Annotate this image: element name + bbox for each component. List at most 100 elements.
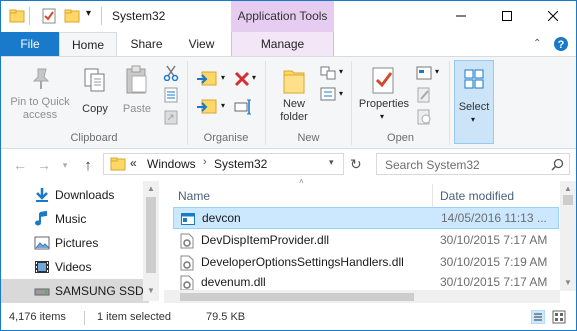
breadcrumb-separator-icon[interactable]: › (203, 156, 207, 168)
ribbon: Pin to Quick access Copy Paste Clipboard (1, 56, 576, 149)
sidebar-item-videos[interactable]: Videos (1, 255, 149, 279)
sidebar-item-label: Downloads (55, 188, 115, 202)
select-button[interactable]: Select ▾ (454, 60, 494, 144)
breadcrumb[interactable]: System32 (214, 157, 267, 171)
move-to-icon[interactable] (196, 69, 220, 89)
refresh-icon[interactable]: ↻ (350, 156, 362, 173)
move-to-chevron-icon[interactable]: ▾ (221, 73, 225, 82)
svg-text:?: ? (558, 39, 565, 51)
copy-to-chevron-icon[interactable]: ▾ (221, 101, 225, 110)
explorer-window: ▾ System32 Application Tools File Home S… (0, 0, 577, 331)
scrollbar-thumb[interactable] (146, 197, 156, 273)
easy-access-chevron-icon[interactable]: ▾ (339, 89, 343, 98)
search-icon (551, 158, 564, 171)
close-button[interactable] (530, 1, 576, 31)
delete-chevron-icon[interactable]: ▾ (252, 73, 256, 82)
scrollbar-thumb[interactable] (180, 293, 414, 301)
file-name: devenum.dll (201, 275, 266, 289)
column-header-name[interactable]: Name (178, 184, 210, 208)
table-row[interactable]: devenum.dll 30/10/2015 7:17 AM (173, 272, 559, 290)
copy-to-icon[interactable] (196, 97, 220, 117)
title-separator (101, 7, 102, 25)
new-folder-label-line2: folder (280, 111, 308, 123)
tab-file[interactable]: File (1, 32, 59, 56)
delete-icon[interactable] (234, 71, 250, 87)
details-view-icon[interactable] (531, 310, 545, 324)
file-list-horizontal-scrollbar[interactable] (164, 290, 560, 304)
column-divider[interactable] (432, 184, 433, 208)
scroll-up-icon[interactable]: ▲ (564, 184, 572, 193)
breadcrumb-overflow[interactable]: « (130, 156, 137, 170)
forward-button[interactable]: → (35, 157, 53, 173)
paste-label: Paste (122, 103, 152, 115)
properties-icon[interactable] (41, 8, 57, 24)
rename-icon[interactable] (234, 99, 252, 115)
sort-chevron-icon: ˄ (299, 177, 304, 186)
new-item-chevron-icon[interactable]: ▾ (339, 67, 343, 76)
scroll-up-icon[interactable]: ▲ (147, 184, 155, 193)
navigation-bar: ← → ▾ ↑ « Windows › System32 ▾ ↻ Search … (1, 149, 576, 181)
ribbon-tabs: File Home Share View Manage ⌃ ? (1, 32, 576, 56)
up-button[interactable]: ↑ (79, 157, 97, 174)
new-folder-button[interactable]: New folder (271, 63, 317, 129)
videos-icon (35, 261, 49, 273)
minimize-button[interactable] (438, 1, 484, 31)
folder-icon[interactable] (9, 8, 25, 24)
breadcrumb[interactable]: Windows (147, 157, 196, 171)
sidebar-item-samsung-ssd[interactable]: SAMSUNG SSD ( (1, 279, 151, 303)
sidebar-item-label: Videos (55, 260, 92, 274)
properties-button[interactable]: Properties ▾ (355, 63, 413, 129)
sidebar-item-music[interactable]: Music (1, 207, 149, 231)
window-title: System32 (112, 9, 166, 23)
scroll-down-icon[interactable]: ▼ (564, 278, 572, 287)
new-folder-icon[interactable] (64, 8, 80, 24)
new-item-icon[interactable] (320, 65, 338, 81)
copy-path-icon[interactable] (163, 87, 179, 103)
edit-icon[interactable] (416, 87, 432, 103)
new-folder-icon (283, 70, 305, 94)
address-bar[interactable]: « Windows › System32 ▾ (103, 153, 344, 175)
sidebar-item-pictures[interactable]: Pictures (1, 231, 149, 255)
qat-customize-chevron-icon[interactable]: ▾ (86, 8, 91, 19)
table-row[interactable]: devcon 14/05/2016 11:13 ... (173, 207, 559, 229)
scroll-down-icon[interactable]: ▼ (147, 286, 155, 295)
table-row[interactable]: DevDispItemProvider.dll 30/10/2015 7:17 … (173, 230, 559, 252)
qat-separator (29, 7, 30, 25)
back-button[interactable]: ← (11, 157, 29, 173)
address-history-chevron-icon[interactable]: ▾ (329, 157, 334, 168)
help-icon[interactable]: ? (553, 36, 569, 52)
tab-share[interactable]: Share (119, 32, 174, 56)
scrollbar-thumb[interactable] (563, 195, 573, 205)
large-icons-view-icon[interactable] (552, 310, 566, 324)
search-placeholder: Search System32 (385, 158, 480, 172)
file-name: DeveloperOptionsSettingsHandlers.dll (201, 255, 404, 269)
column-header-date-modified[interactable]: Date modified (440, 184, 514, 208)
pin-to-quick-access-button[interactable]: Pin to Quick access (4, 63, 76, 129)
file-list-vertical-scrollbar[interactable]: ▲ ▼ (560, 181, 576, 291)
file-date: 30/10/2015 7:19 AM (440, 255, 548, 269)
tab-view[interactable]: View (174, 32, 229, 56)
copy-button[interactable]: Copy (77, 63, 113, 129)
dll-icon (180, 255, 194, 271)
properties-chevron-icon[interactable]: ▾ (380, 112, 384, 121)
easy-access-icon[interactable] (320, 87, 338, 103)
table-row[interactable]: DeveloperOptionsSettingsHandlers.dll 30/… (173, 252, 559, 274)
paste-shortcut-icon[interactable] (163, 109, 179, 125)
tab-home[interactable]: Home (59, 32, 117, 56)
search-input[interactable]: Search System32 (376, 153, 570, 175)
open-icon[interactable] (416, 65, 434, 81)
maximize-button[interactable] (484, 1, 530, 31)
cut-icon[interactable] (163, 65, 179, 81)
file-name: DevDispItemProvider.dll (201, 233, 330, 247)
sidebar-item-downloads[interactable]: Downloads (1, 183, 149, 207)
nav-pane-scrollbar[interactable]: ▲ ▼ (143, 181, 159, 301)
paste-button[interactable]: Paste (117, 63, 157, 129)
recent-locations-chevron-icon[interactable]: ▾ (56, 157, 74, 173)
open-chevron-icon[interactable]: ▾ (435, 67, 439, 76)
history-icon[interactable] (416, 109, 432, 125)
minimize-ribbon-chevron-icon[interactable]: ⌃ (533, 38, 541, 49)
file-date: 14/05/2016 11:13 ... (441, 211, 547, 225)
file-date: 30/10/2015 7:17 AM (440, 275, 548, 289)
tab-manage[interactable]: Manage (231, 32, 334, 56)
properties-icon (372, 67, 394, 94)
